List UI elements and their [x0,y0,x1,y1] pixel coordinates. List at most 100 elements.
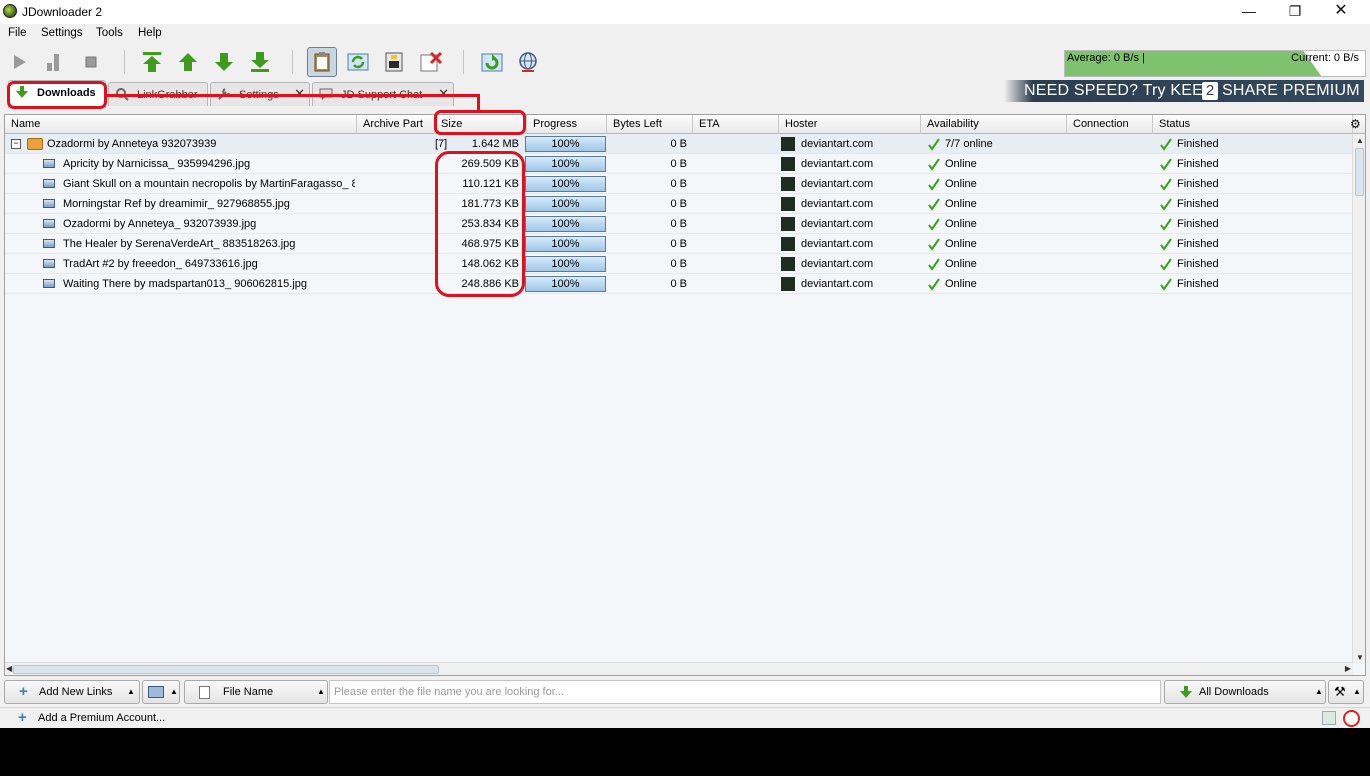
plus-icon: + [18,709,27,726]
tab-settings[interactable]: Settings ✕ [210,82,310,106]
silent-mode-toggle[interactable] [381,49,407,75]
move-up-icon [179,53,197,71]
table-row[interactable]: The Healer by SerenaVerdeArt_ 883518263.… [5,234,1353,254]
vertical-scroll-thumb[interactable] [1355,148,1364,196]
column-hoster[interactable]: Hoster [779,115,921,134]
menu-tools[interactable]: Tools [96,27,123,39]
table-row[interactable]: Ozadormi by Anneteya_ 932073939.jpg 253.8… [5,214,1353,234]
check-icon [928,198,940,211]
file-progress-bar: 100% [525,196,606,212]
check-updates-button[interactable] [479,49,505,75]
add-new-links-button[interactable]: + Add New Links ▲ [4,680,140,704]
image-file-icon [43,179,55,188]
menu-settings[interactable]: Settings [41,27,83,39]
deviantart-icon [781,157,795,171]
premium-globe-icon [519,52,537,72]
cleanup-button[interactable] [417,49,443,75]
tab-support-chat[interactable]: JD Support Chat ✕ [312,82,454,106]
search-input[interactable] [329,680,1161,704]
column-progress[interactable]: Progress [527,115,607,134]
clipboard-observer-toggle[interactable] [307,47,337,77]
tab-settings-close-icon[interactable]: ✕ [294,83,305,105]
move-to-bottom-button[interactable] [247,49,273,75]
chat-icon [319,88,333,100]
tab-downloads[interactable]: Downloads [8,80,106,108]
column-archive-part[interactable]: Archive Part [357,115,435,134]
file-bytes-left: 0 B [670,198,687,210]
file-status: Finished [1177,218,1219,230]
tray-icon[interactable] [1322,711,1336,725]
file-availability: Online [945,158,977,170]
check-icon [928,158,940,171]
title-bar: JDownloader 2 — ❐ ✕ [0,0,1370,24]
move-down-button[interactable] [211,49,237,75]
restore-button[interactable]: ❐ [1272,0,1318,24]
file-size: 468.975 KB [461,238,520,250]
file-bytes-left: 0 B [670,258,687,270]
document-icon [199,686,210,699]
tab-linkgrabber[interactable]: LinkGrabber [108,82,208,106]
stop-downloads-button[interactable] [78,49,104,75]
pause-downloads-button[interactable] [41,49,67,75]
table-body: − Ozadormi by Anneteya 932073939 [7] 1.6… [5,134,1353,664]
chevron-up-icon[interactable]: ▲ [127,681,135,703]
reconnect-toggle[interactable] [345,49,371,75]
reconnect-status-icon[interactable] [1343,710,1360,727]
column-bytes-left[interactable]: Bytes Left [607,115,693,134]
check-icon [1160,138,1172,151]
status-bar: + Add a Premium Account... [0,707,1370,728]
deviantart-icon [781,257,795,271]
column-size[interactable]: Size [435,115,527,134]
downloads-table: Name Archive Part Size Progress Bytes Le… [4,114,1366,676]
premium-status-button[interactable] [515,49,541,75]
premium-promo-banner[interactable]: NEED SPEED? Try KEEP 2 SHARE PREMIUM [1004,80,1364,102]
column-availability[interactable]: Availability [921,115,1067,134]
move-down-icon [215,53,233,71]
move-up-button[interactable] [175,49,201,75]
close-window-button[interactable]: ✕ [1318,0,1364,24]
vertical-scrollbar[interactable]: ▲ ▼ [1352,134,1365,664]
toggle-bottom-panel-button[interactable]: ▲ [142,680,180,704]
collapse-icon[interactable]: − [11,139,21,149]
move-to-top-button[interactable] [139,49,165,75]
table-row[interactable]: Apricity by Narnicissa_ 935994296.jpg 269… [5,154,1353,174]
table-row[interactable]: TradArt #2 by freeedon_ 649733616.jpg 148… [5,254,1353,274]
add-premium-account-link[interactable]: Add a Premium Account... [38,712,165,724]
tab-support-chat-close-icon[interactable]: ✕ [438,83,449,105]
column-name[interactable]: Name [5,115,357,134]
column-status[interactable]: Status [1153,115,1353,134]
check-icon [1160,178,1172,191]
horizontal-scroll-thumb[interactable] [13,665,439,674]
column-connection[interactable]: Connection [1067,115,1153,134]
check-icon [928,278,940,291]
bottom-bar: + Add New Links ▲ ▲ File Name ▲ All Down… [0,679,1370,705]
settings-gear-icon[interactable]: ⚙ [1347,115,1365,134]
file-hoster: deviantart.com [801,198,874,210]
file-size: 148.062 KB [461,258,520,270]
play-icon [14,55,26,69]
download-arrow-icon [1180,686,1192,698]
search-field-select[interactable]: File Name ▲ [184,680,328,704]
menu-help[interactable]: Help [138,27,162,39]
check-icon [1160,218,1172,231]
table-header: Name Archive Part Size Progress Bytes Le… [5,115,1365,134]
package-row[interactable]: − Ozadormi by Anneteya 932073939 [7] 1.6… [5,134,1353,154]
package-icon [27,138,43,150]
horizontal-scrollbar[interactable]: ◀ ▶ [5,662,1353,675]
image-file-icon [43,159,55,168]
table-row[interactable]: Giant Skull on a mountain necropolis by … [5,174,1353,194]
file-bytes-left: 0 B [670,158,687,170]
bottom-settings-button[interactable]: ⚒ ▲ [1328,680,1364,704]
menu-file[interactable]: File [8,27,27,39]
package-bytes-left: 0 B [670,138,687,150]
start-downloads-button[interactable] [6,49,32,75]
column-eta[interactable]: ETA [693,115,779,134]
file-name: Ozadormi by Anneteya_ 932073939.jpg [63,218,257,230]
deviantart-icon [781,217,795,231]
file-progress-bar: 100% [525,236,606,252]
minimize-button[interactable]: — [1226,0,1272,24]
table-row[interactable]: Waiting There by madspartan013_ 90606281… [5,274,1353,294]
table-row[interactable]: Morningstar Ref by dreamimir_ 927968855.… [5,194,1353,214]
download-arrow-icon [16,86,28,98]
view-filter-select[interactable]: All Downloads ▲ [1164,680,1326,704]
